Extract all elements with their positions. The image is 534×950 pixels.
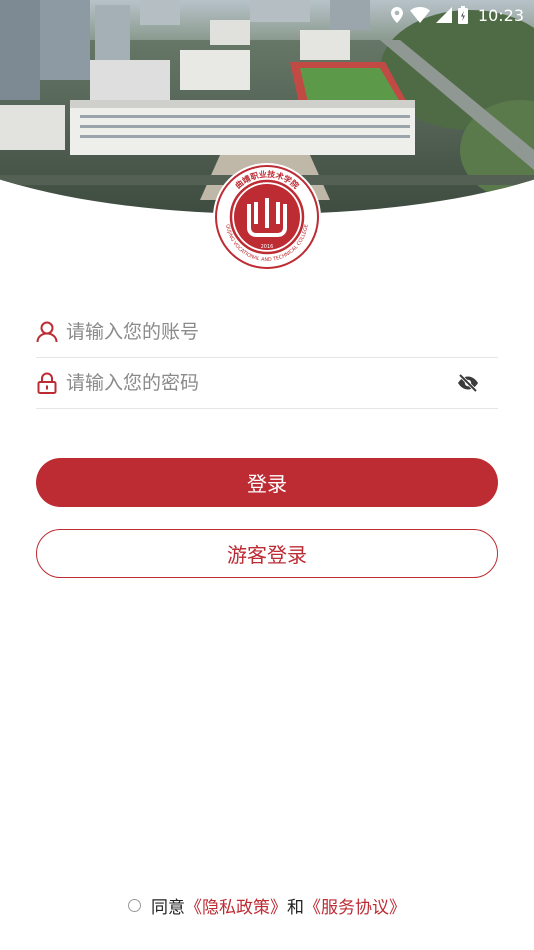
- signal-icon: [435, 7, 452, 23]
- lock-icon: [36, 372, 58, 394]
- location-icon: [390, 7, 404, 23]
- status-bar: 10:23: [0, 0, 534, 30]
- logo-year: 2016: [261, 244, 274, 250]
- agree-conjunction: 和: [287, 898, 304, 918]
- service-agreement-link[interactable]: 《服务协议》: [304, 893, 406, 918]
- account-field: [36, 307, 498, 358]
- password-input[interactable]: [66, 372, 456, 394]
- account-input[interactable]: [66, 321, 498, 343]
- wifi-icon: [409, 7, 430, 23]
- login-button[interactable]: 登录: [36, 458, 498, 507]
- agree-checkbox[interactable]: [128, 899, 141, 912]
- toggle-password-visibility-icon[interactable]: [456, 372, 482, 394]
- user-icon: [36, 321, 58, 343]
- college-logo: 2016 曲靖职业技术学院 QUJING VOCATIONAL AND TECH…: [212, 162, 322, 272]
- password-field: [36, 358, 498, 409]
- agreement-row: 同意 《隐私政策》 和 《服务协议》: [0, 893, 534, 918]
- guest-login-button[interactable]: 游客登录: [36, 529, 498, 578]
- status-time: 10:23: [477, 5, 524, 25]
- login-screen: 10:23 2016 曲靖职业技术学院 QUJING VOCATIONAL AN…: [0, 0, 534, 950]
- battery-icon: [457, 6, 468, 24]
- agree-prefix: 同意: [151, 898, 185, 918]
- privacy-policy-link[interactable]: 《隐私政策》: [185, 893, 287, 918]
